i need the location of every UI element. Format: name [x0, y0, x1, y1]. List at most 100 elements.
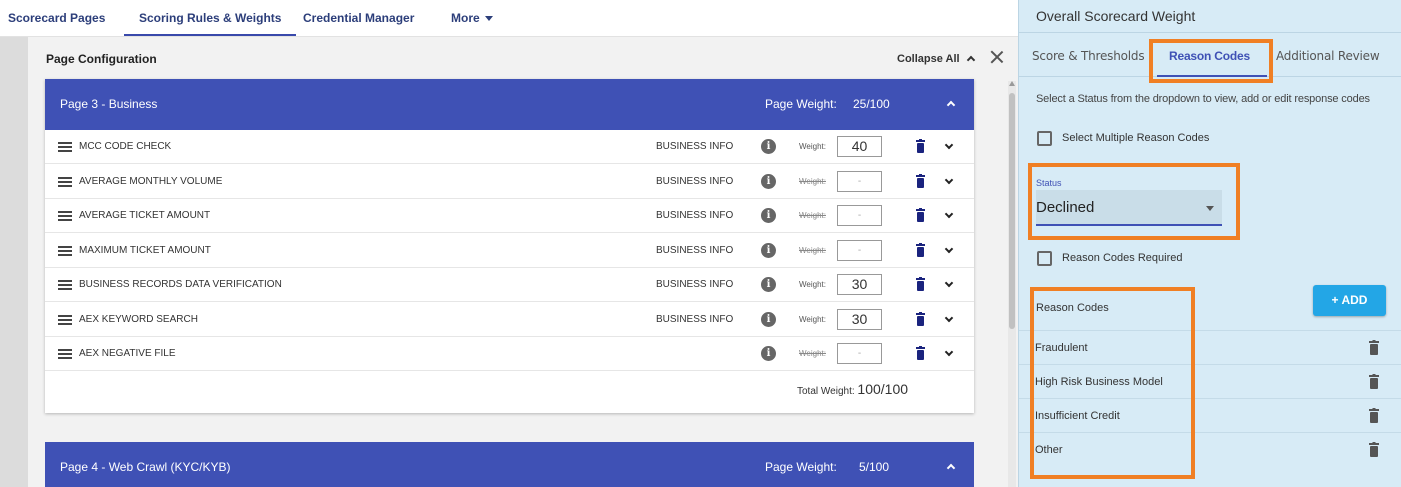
- rule-row: MCC CODE CHECK BUSINESS INFO i Weight: 40: [45, 130, 974, 164]
- chevron-down-icon[interactable]: [944, 209, 954, 219]
- status-hint-text: Select a Status from the dropdown to vie…: [1036, 93, 1370, 105]
- chevron-up-icon[interactable]: [946, 463, 956, 473]
- weight-input[interactable]: 30: [837, 274, 882, 295]
- weight-input[interactable]: -: [837, 343, 882, 364]
- tab-more-label: More: [451, 11, 480, 25]
- weight-label: Weight:: [799, 176, 826, 186]
- tab-scoring-rules-weights[interactable]: Scoring Rules & Weights: [124, 0, 297, 36]
- scrollbar-thumb[interactable]: [1009, 93, 1015, 329]
- rule-row: AEX NEGATIVE FILE i Weight: -: [45, 337, 974, 371]
- rule-category: BUSINESS INFO: [656, 244, 734, 256]
- page-4-title: Page 4 - Web Crawl (KYC/KYB): [60, 460, 231, 474]
- collapse-all-button[interactable]: Collapse All: [897, 53, 975, 65]
- weight-input[interactable]: 30: [837, 308, 882, 330]
- info-icon[interactable]: i: [761, 242, 776, 258]
- info-icon[interactable]: i: [761, 277, 776, 292]
- weight-input[interactable]: -: [837, 239, 882, 261]
- rule-row: AVERAGE MONTHLY VOLUME BUSINESS INFO i Weig…: [45, 165, 974, 199]
- tab-more[interactable]: More: [451, 0, 493, 36]
- chevron-down-icon[interactable]: [944, 244, 954, 253]
- tab-additional-review[interactable]: Additional Review: [1276, 49, 1380, 63]
- trash-icon[interactable]: [1369, 340, 1379, 355]
- rule-name: MAXIMUM TICKET AMOUNT: [79, 244, 211, 256]
- tab-credential-manager[interactable]: Credential Manager: [303, 0, 414, 36]
- tab-scorecard-pages[interactable]: Scorecard Pages: [8, 0, 105, 36]
- trash-icon[interactable]: [916, 208, 925, 222]
- trash-icon[interactable]: [916, 277, 925, 291]
- scroll-up-arrow-icon[interactable]: [1009, 81, 1015, 86]
- panel-header: Overall Scorecard Weight: [1019, 0, 1401, 33]
- drag-handle-icon[interactable]: [58, 211, 72, 221]
- weight-label: Weight:: [799, 211, 826, 220]
- info-icon[interactable]: i: [761, 346, 776, 361]
- highlight-reason-codes-list: [1030, 287, 1195, 479]
- weight-label: Weight:: [799, 314, 826, 324]
- rule-name: AEX KEYWORD SEARCH: [79, 313, 198, 325]
- weight-label: Weight:: [799, 349, 826, 358]
- page-3-header[interactable]: Page 3 - Business Page Weight: 25/100: [45, 79, 974, 130]
- page-4-header[interactable]: Page 4 - Web Crawl (KYC/KYB) Page Weight…: [45, 442, 974, 487]
- rule-category: BUSINESS INFO: [656, 279, 734, 290]
- chevron-down-icon[interactable]: [944, 347, 954, 357]
- chevron-up-icon: [966, 55, 975, 65]
- info-icon[interactable]: i: [761, 173, 776, 189]
- trash-icon[interactable]: [916, 311, 925, 326]
- select-multiple-checkbox[interactable]: [1037, 131, 1052, 146]
- reason-codes-required-label: Reason Codes Required: [1062, 252, 1183, 264]
- panel-title: Overall Scorecard Weight: [1036, 8, 1196, 24]
- reason-codes-required-checkbox[interactable]: [1037, 251, 1052, 266]
- rule-category: BUSINESS INFO: [656, 175, 734, 187]
- rule-category: BUSINESS INFO: [656, 210, 734, 221]
- rule-category: BUSINESS INFO: [656, 313, 734, 325]
- trash-icon[interactable]: [1369, 374, 1379, 389]
- chevron-up-icon[interactable]: [946, 100, 956, 110]
- collapse-all-label: Collapse All: [897, 53, 960, 65]
- trash-icon[interactable]: [916, 173, 925, 188]
- highlight-reason-codes-tab: [1149, 39, 1273, 83]
- page-configuration-title: Page Configuration: [46, 52, 157, 66]
- rule-row: BUSINESS RECORDS DATA VERIFICATION BUSINE…: [45, 268, 974, 302]
- total-weight: Total Weight: 100/100: [797, 381, 908, 397]
- weight-label: Weight:: [799, 142, 826, 151]
- caret-down-icon: [484, 16, 493, 22]
- chevron-down-icon[interactable]: [944, 313, 954, 322]
- trash-icon[interactable]: [916, 346, 925, 360]
- chevron-down-icon[interactable]: [944, 278, 954, 288]
- info-icon[interactable]: i: [761, 311, 776, 327]
- page-weight-value: 25/100: [853, 97, 890, 111]
- drag-handle-icon[interactable]: [58, 142, 72, 152]
- drag-handle-icon[interactable]: [58, 176, 72, 187]
- page-weight-label: Page Weight:: [765, 460, 837, 474]
- weight-label: Weight:: [799, 245, 826, 255]
- drag-handle-icon[interactable]: [58, 245, 72, 256]
- weight-input[interactable]: 40: [837, 136, 882, 157]
- page-3-card: Page 3 - Business Page Weight: 25/100 MC…: [45, 79, 974, 413]
- tab-score-thresholds[interactable]: Score & Thresholds: [1032, 49, 1145, 63]
- page-weight-value: 5/100: [859, 460, 890, 474]
- drag-handle-icon[interactable]: [58, 349, 72, 359]
- rule-name: AVERAGE MONTHLY VOLUME: [79, 175, 223, 187]
- page-weight-label: Page Weight:: [765, 97, 837, 111]
- info-icon[interactable]: i: [761, 208, 776, 223]
- top-nav: Scorecard Pages Scoring Rules & Weights …: [0, 0, 1018, 37]
- weight-label: Weight:: [799, 280, 826, 289]
- info-icon[interactable]: i: [761, 139, 776, 154]
- weight-input[interactable]: -: [837, 170, 882, 192]
- rule-row: MAXIMUM TICKET AMOUNT BUSINESS INFO i Weigh…: [45, 234, 974, 268]
- weight-input[interactable]: -: [837, 205, 882, 226]
- trash-icon[interactable]: [1369, 442, 1379, 457]
- drag-handle-icon[interactable]: [58, 314, 72, 325]
- drag-handle-icon[interactable]: [58, 280, 72, 290]
- total-weight-label: Total Weight:: [797, 386, 855, 397]
- trash-icon[interactable]: [1369, 408, 1379, 423]
- page-3-title: Page 3 - Business: [60, 97, 158, 111]
- trash-icon[interactable]: [916, 139, 925, 153]
- chevron-down-icon[interactable]: [944, 140, 954, 150]
- chevron-down-icon[interactable]: [944, 175, 954, 184]
- trash-icon[interactable]: [916, 242, 925, 257]
- rule-name: MCC CODE CHECK: [79, 141, 172, 152]
- close-icon[interactable]: [989, 49, 1005, 65]
- rule-category: BUSINESS INFO: [656, 141, 734, 152]
- rule-row: AEX KEYWORD SEARCH BUSINESS INFO i Weight: 3…: [45, 303, 974, 337]
- add-reason-code-button[interactable]: + ADD: [1313, 285, 1386, 316]
